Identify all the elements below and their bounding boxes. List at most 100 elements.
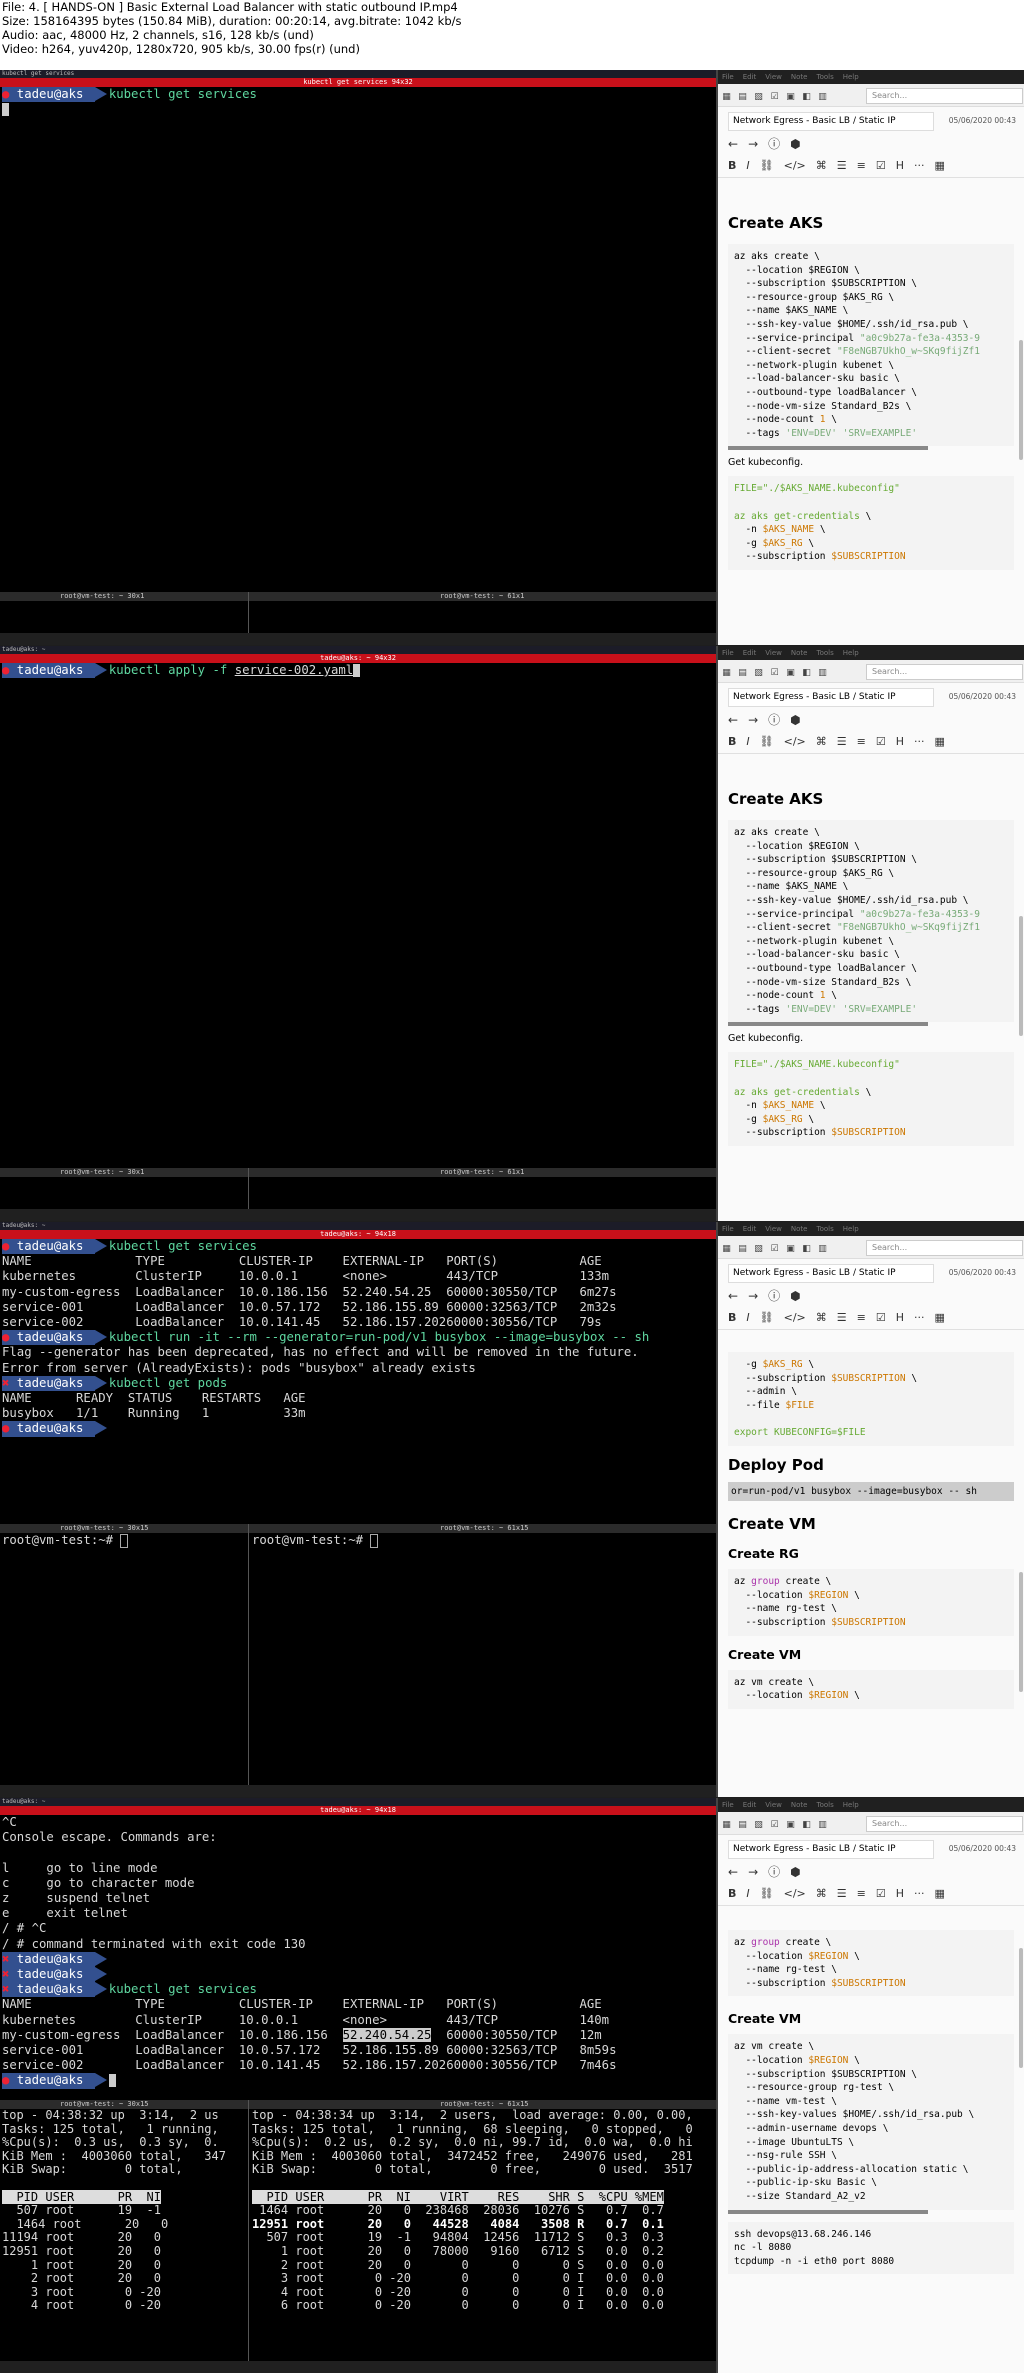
back-icon[interactable]: ← [728, 1865, 738, 1879]
terminal-tab[interactable]: tadeu@aks: ~ [0, 646, 716, 654]
note-title-field[interactable]: Network Egress - Basic LB / Static IP [728, 1840, 934, 1859]
list-icon[interactable]: ▤ [737, 1244, 748, 1255]
heading-icon[interactable]: H [896, 1887, 904, 1900]
code-icon[interactable]: </> [784, 159, 806, 172]
search-input[interactable]: Search... [866, 88, 1023, 104]
check-icon[interactable]: ☑ [769, 668, 780, 679]
numbered-list-icon[interactable]: ☰ [837, 159, 847, 172]
bullet-list-icon[interactable]: ≡ [857, 1311, 866, 1324]
menu-view[interactable]: View [765, 73, 782, 81]
menu-note[interactable]: Note [791, 73, 808, 81]
menu-tools[interactable]: Tools [816, 1801, 833, 1809]
menu-help[interactable]: Help [843, 1801, 859, 1809]
bullet-list-icon[interactable]: ≡ [857, 159, 866, 172]
back-icon[interactable]: ← [728, 1289, 738, 1303]
menu-edit[interactable]: Edit [743, 1225, 757, 1233]
grid-icon[interactable]: ▦ [721, 92, 732, 103]
code-icon[interactable]: </> [784, 735, 806, 748]
note-title-field[interactable]: Network Egress - Basic LB / Static IP [728, 1264, 934, 1283]
note-title-field[interactable]: Network Egress - Basic LB / Static IP [728, 112, 934, 131]
note-icon[interactable]: ▧ [753, 668, 764, 679]
forward-icon[interactable]: → [748, 713, 758, 727]
menu-tools[interactable]: Tools [816, 73, 833, 81]
numbered-list-icon[interactable]: ☰ [837, 735, 847, 748]
menu-note[interactable]: Note [791, 1801, 808, 1809]
calendar-icon[interactable]: ▦ [935, 1887, 945, 1900]
link-icon[interactable]: ⛓ [760, 735, 774, 748]
link-icon[interactable]: ⛓ [760, 1887, 774, 1900]
calendar-icon[interactable]: ▦ [935, 1311, 945, 1324]
search-input[interactable]: Search... [866, 664, 1023, 680]
more-icon[interactable]: ··· [914, 159, 925, 172]
menu-edit[interactable]: Edit [743, 1801, 757, 1809]
terminal-window[interactable]: kubectl get services kubectl get service… [0, 70, 716, 645]
numbered-list-icon[interactable]: ☰ [837, 1887, 847, 1900]
grid-icon[interactable]: ▦ [721, 1820, 732, 1831]
terminal-window[interactable]: tadeu@aks: ~ tadeu@aks: ~ 94x18 ● tadeu@… [0, 1222, 716, 1797]
forward-icon[interactable]: → [748, 137, 758, 151]
check-icon[interactable]: ☑ [769, 1244, 780, 1255]
menu-help[interactable]: Help [843, 73, 859, 81]
split-icon[interactable]: ▥ [817, 1244, 828, 1255]
numbered-list-icon[interactable]: ☰ [837, 1311, 847, 1324]
save-icon[interactable]: ▣ [785, 92, 796, 103]
split-icon[interactable]: ▥ [817, 92, 828, 103]
menu-view[interactable]: View [765, 649, 782, 657]
info-icon[interactable]: ⓘ [768, 713, 780, 727]
bullet-list-icon[interactable]: ≡ [857, 1887, 866, 1900]
bold-icon[interactable]: B [728, 159, 736, 172]
search-input[interactable]: Search... [866, 1816, 1023, 1832]
menu-help[interactable]: Help [843, 649, 859, 657]
attach-icon[interactable]: ⌘ [816, 159, 827, 172]
heading-icon[interactable]: H [896, 159, 904, 172]
menu-file[interactable]: File [722, 1801, 734, 1809]
checkbox-icon[interactable]: ☑ [876, 159, 886, 172]
code-icon[interactable]: </> [784, 1887, 806, 1900]
menu-help[interactable]: Help [843, 1225, 859, 1233]
heading-icon[interactable]: H [896, 1311, 904, 1324]
check-icon[interactable]: ☑ [769, 92, 780, 103]
note-title-field[interactable]: Network Egress - Basic LB / Static IP [728, 688, 934, 707]
menu-edit[interactable]: Edit [743, 649, 757, 657]
back-icon[interactable]: ← [728, 713, 738, 727]
bold-icon[interactable]: B [728, 1311, 736, 1324]
calendar-icon[interactable]: ▦ [935, 159, 945, 172]
attach-icon[interactable]: ⌘ [816, 735, 827, 748]
tag-icon[interactable]: ⬢ [790, 713, 800, 727]
tag-icon[interactable]: ⬢ [790, 1289, 800, 1303]
menu-edit[interactable]: Edit [743, 73, 757, 81]
list-icon[interactable]: ▤ [737, 1820, 748, 1831]
terminal-window[interactable]: tadeu@aks: ~ tadeu@aks: ~ 94x18 ^C Conso… [0, 1798, 716, 2373]
italic-icon[interactable]: I [746, 159, 749, 172]
italic-icon[interactable]: I [746, 1887, 749, 1900]
split-icon[interactable]: ▥ [817, 668, 828, 679]
forward-icon[interactable]: → [748, 1865, 758, 1879]
menu-tools[interactable]: Tools [816, 649, 833, 657]
info-icon[interactable]: ⓘ [768, 1865, 780, 1879]
heading-icon[interactable]: H [896, 735, 904, 748]
save-icon[interactable]: ▣ [785, 1820, 796, 1831]
checkbox-icon[interactable]: ☑ [876, 1311, 886, 1324]
bold-icon[interactable]: B [728, 1887, 736, 1900]
save-icon[interactable]: ▣ [785, 1244, 796, 1255]
split-icon[interactable]: ▥ [817, 1820, 828, 1831]
checkbox-icon[interactable]: ☑ [876, 1887, 886, 1900]
link-icon[interactable]: ⛓ [760, 1311, 774, 1324]
tag-icon[interactable]: ⬢ [790, 1865, 800, 1879]
note-icon[interactable]: ▧ [753, 1820, 764, 1831]
terminal-window[interactable]: tadeu@aks: ~ tadeu@aks: ~ 94x32 ● tadeu@… [0, 646, 716, 1221]
menu-file[interactable]: File [722, 73, 734, 81]
note-icon[interactable]: ▧ [753, 92, 764, 103]
layout-icon[interactable]: ◧ [801, 1820, 812, 1831]
more-icon[interactable]: ··· [914, 1887, 925, 1900]
italic-icon[interactable]: I [746, 1311, 749, 1324]
terminal-tab[interactable]: kubectl get services [0, 70, 716, 78]
list-icon[interactable]: ▤ [737, 92, 748, 103]
menu-note[interactable]: Note [791, 1225, 808, 1233]
save-icon[interactable]: ▣ [785, 668, 796, 679]
attach-icon[interactable]: ⌘ [816, 1311, 827, 1324]
search-input[interactable]: Search... [866, 1240, 1023, 1256]
layout-icon[interactable]: ◧ [801, 92, 812, 103]
tag-icon[interactable]: ⬢ [790, 137, 800, 151]
layout-icon[interactable]: ◧ [801, 1244, 812, 1255]
